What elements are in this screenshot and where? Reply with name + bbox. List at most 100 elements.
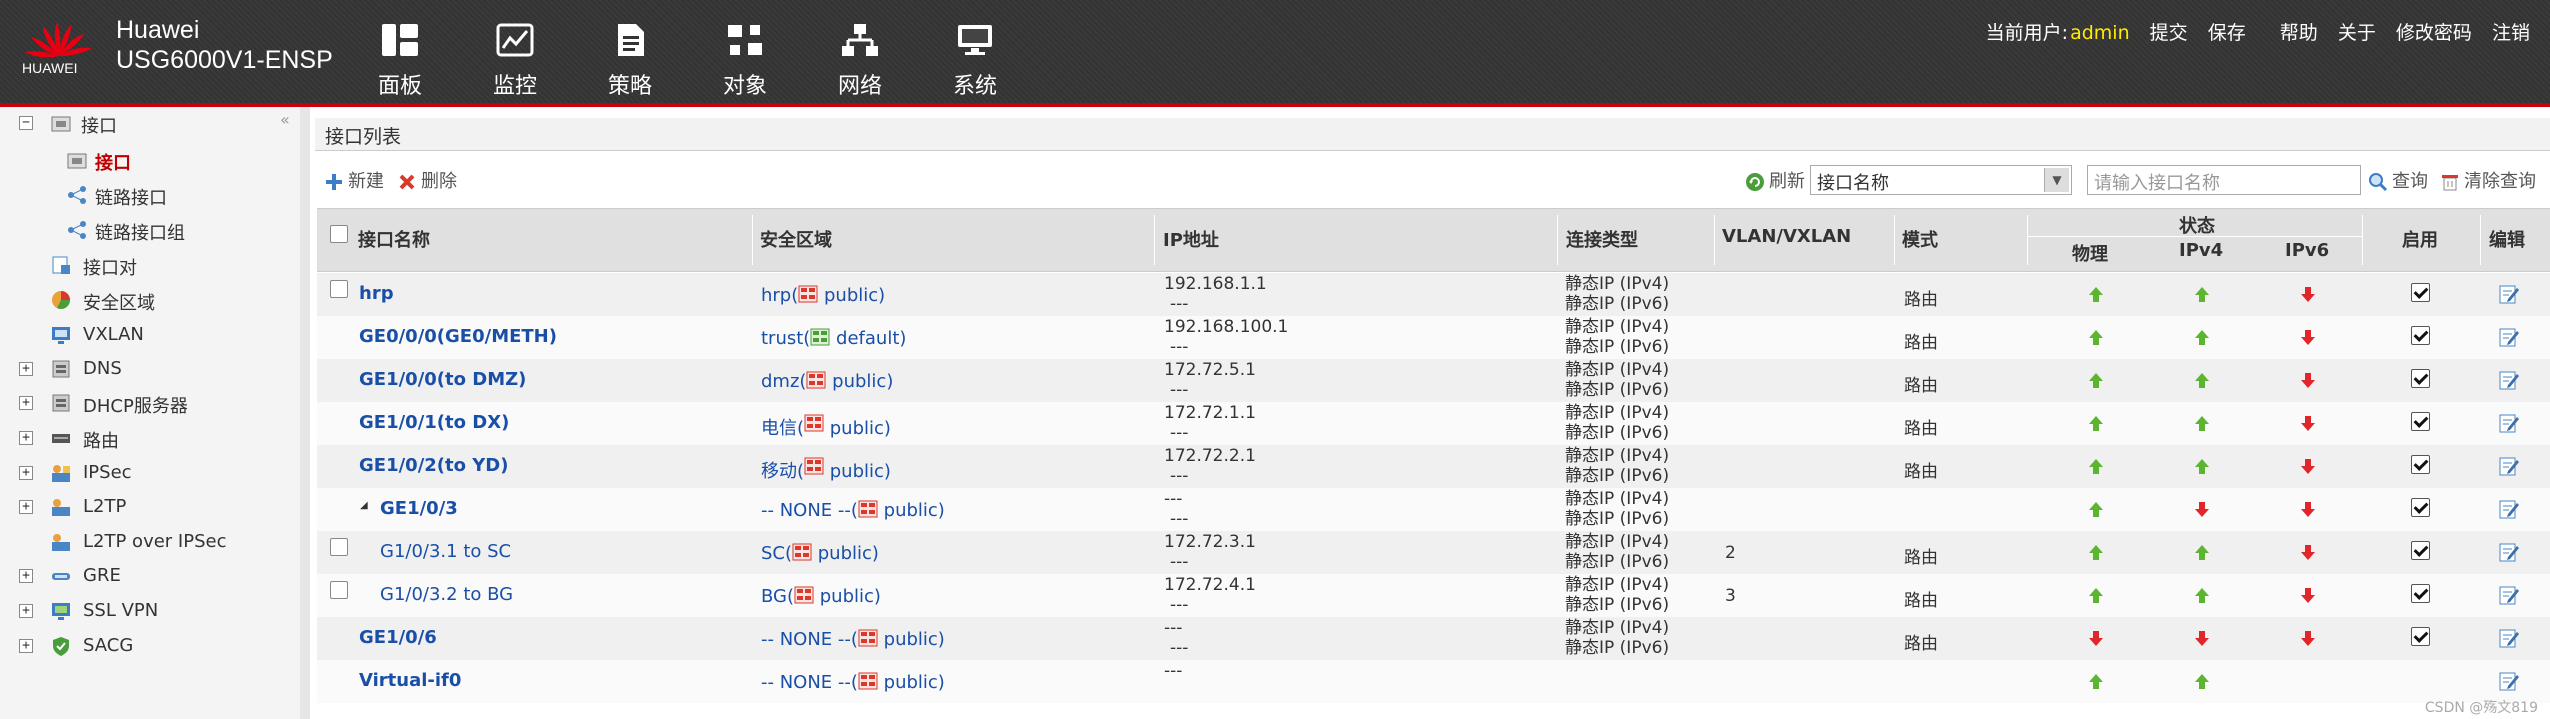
col-name[interactable]: 接口名称 <box>358 226 430 252</box>
tree-expand-icon[interactable]: + <box>19 362 33 376</box>
search-input[interactable]: 请输入接口名称 <box>2087 165 2361 195</box>
interface-name-link[interactable]: Virtual-if0 <box>359 670 461 691</box>
collapse-sidebar-icon[interactable]: « <box>280 110 290 129</box>
table-row[interactable]: G1/0/3.2 to BG BG( public) 172.72.4.1 --- 静态… <box>317 574 2550 617</box>
row-checkbox[interactable] <box>330 280 348 298</box>
table-row[interactable]: GE1/0/0(to DMZ) dmz( public) 172.72.5.1 ---… <box>317 359 2550 402</box>
edit-icon[interactable] <box>2498 498 2520 520</box>
tree-expand-icon[interactable]: + <box>19 604 33 618</box>
tree-expand-icon[interactable]: + <box>19 466 33 480</box>
edit-icon[interactable] <box>2498 627 2520 649</box>
table-row[interactable]: GE0/0/0(GE0/METH) trust( default) 192.168.… <box>317 316 2550 359</box>
logout-link[interactable]: 注销 <box>2492 22 2530 44</box>
tree-expand-icon[interactable]: + <box>19 569 33 583</box>
enable-checkbox[interactable] <box>2411 498 2430 517</box>
security-zone-link[interactable]: -- NONE --( public) <box>761 500 945 521</box>
security-zone-link[interactable]: SC( public) <box>761 543 879 564</box>
sidebar-item-l2tp-over-ipsec[interactable]: L2TP over IPSec <box>83 531 226 552</box>
chevron-down-icon[interactable]: ▼ <box>2044 168 2069 192</box>
table-row[interactable]: ◢ GE1/0/3 -- NONE --( public) --- --- 静态IP (I… <box>317 488 2550 531</box>
security-zone-link[interactable]: trust( default) <box>761 328 906 349</box>
query-button[interactable]: 查询 <box>2368 167 2428 193</box>
col-mode[interactable]: 模式 <box>1902 226 1938 252</box>
table-row[interactable]: Virtual-if0 -- NONE --( public) --- <box>317 660 2550 703</box>
interface-name-link[interactable]: GE1/0/6 <box>359 627 437 648</box>
tree-expand-icon[interactable]: + <box>19 431 33 445</box>
col-zone[interactable]: 安全区域 <box>760 226 832 252</box>
security-zone-link[interactable]: 移动( public) <box>761 457 891 483</box>
edit-icon[interactable] <box>2498 455 2520 477</box>
sidebar-splitter[interactable] <box>300 107 310 719</box>
row-checkbox[interactable] <box>330 581 348 599</box>
sidebar-item-ipsec[interactable]: IPSec <box>83 462 132 483</box>
about-link[interactable]: 关于 <box>2338 22 2376 44</box>
delete-button[interactable]: 删除 <box>397 167 457 193</box>
enable-checkbox[interactable] <box>2411 369 2430 388</box>
edit-icon[interactable] <box>2498 584 2520 606</box>
edit-icon[interactable] <box>2498 670 2520 692</box>
edit-icon[interactable] <box>2498 326 2520 348</box>
interface-name-link[interactable]: GE1/0/1(to DX) <box>359 412 509 433</box>
tree-collapse-icon[interactable]: − <box>19 116 33 130</box>
security-zone-link[interactable]: hrp( public) <box>761 285 885 306</box>
sidebar-item-link-interface[interactable]: 链路接口 <box>95 184 167 210</box>
enable-checkbox[interactable] <box>2411 627 2430 646</box>
col-ip[interactable]: IP地址 <box>1163 226 1219 252</box>
interface-name-link[interactable]: GE1/0/0(to DMZ) <box>359 369 526 390</box>
help-link[interactable]: 帮助 <box>2280 22 2318 44</box>
enable-checkbox[interactable] <box>2411 326 2430 345</box>
nav-object[interactable]: 对象 <box>705 22 785 99</box>
sidebar-item-interface[interactable]: 接口 <box>95 149 131 175</box>
table-row[interactable]: G1/0/3.1 to SC SC( public) 172.72.3.1 --- 静态… <box>317 531 2550 574</box>
tree-expand-icon[interactable]: + <box>19 396 33 410</box>
security-zone-link[interactable]: dmz( public) <box>761 371 893 392</box>
col-conn-type[interactable]: 连接类型 <box>1566 226 1638 252</box>
sidebar-item-route[interactable]: 路由 <box>83 427 119 453</box>
sidebar-item-security-zone[interactable]: 安全区域 <box>83 289 155 315</box>
sidebar-item-ssl-vpn[interactable]: SSL VPN <box>83 600 158 621</box>
edit-icon[interactable] <box>2498 283 2520 305</box>
enable-checkbox[interactable] <box>2411 412 2430 431</box>
sidebar-item-vxlan[interactable]: VXLAN <box>83 324 144 345</box>
security-zone-link[interactable]: BG( public) <box>761 586 881 607</box>
nav-monitor[interactable]: 监控 <box>475 22 555 99</box>
enable-checkbox[interactable] <box>2411 455 2430 474</box>
clear-query-button[interactable]: 清除查询 <box>2440 167 2536 193</box>
tree-expand-icon[interactable]: + <box>19 500 33 514</box>
tree-expand-icon[interactable]: + <box>19 639 33 653</box>
enable-checkbox[interactable] <box>2411 541 2430 560</box>
security-zone-link[interactable]: 电信( public) <box>761 414 891 440</box>
table-row[interactable]: hrp hrp( public) 192.168.1.1 --- 静态IP (IPv4)… <box>317 273 2550 316</box>
edit-icon[interactable] <box>2498 541 2520 563</box>
nav-system[interactable]: 系统 <box>935 22 1015 99</box>
interface-name-link[interactable]: hrp <box>359 283 394 304</box>
col-vlan[interactable]: VLAN/VXLAN <box>1722 226 1851 247</box>
security-zone-link[interactable]: -- NONE --( public) <box>761 629 945 650</box>
interface-name-link[interactable]: GE0/0/0(GE0/METH) <box>359 326 557 347</box>
edit-icon[interactable] <box>2498 412 2520 434</box>
sidebar-item-dhcp-server[interactable]: DHCP服务器 <box>83 392 188 418</box>
sidebar-item-interface-pair[interactable]: 接口对 <box>83 254 137 280</box>
sidebar-item-dns[interactable]: DNS <box>83 358 122 379</box>
filter-field-select[interactable]: 接口名称 ▼ <box>1810 165 2072 195</box>
interface-name-link[interactable]: GE1/0/2(to YD) <box>359 455 508 476</box>
interface-name-link[interactable]: G1/0/3.1 to SC <box>380 541 511 562</box>
sidebar-item-l2tp[interactable]: L2TP <box>83 496 126 517</box>
security-zone-link[interactable]: -- NONE --( public) <box>761 672 945 693</box>
enable-checkbox[interactable] <box>2411 584 2430 603</box>
row-checkbox[interactable] <box>330 538 348 556</box>
submit-link[interactable]: 提交 <box>2150 22 2188 44</box>
tree-expand-arrow-icon[interactable]: ◢ <box>360 500 368 511</box>
change-password-link[interactable]: 修改密码 <box>2396 22 2472 44</box>
new-button[interactable]: 新建 <box>324 167 384 193</box>
sidebar-item-link-interface-group[interactable]: 链路接口组 <box>95 219 185 245</box>
sidebar-item-interface-group[interactable]: 接口 <box>81 112 117 138</box>
sidebar-item-gre[interactable]: GRE <box>83 565 121 586</box>
sidebar-item-sacg[interactable]: SACG <box>83 635 133 656</box>
table-row[interactable]: GE1/0/2(to YD) 移动( public) 172.72.2.1 --- 静态… <box>317 445 2550 488</box>
table-row[interactable]: GE1/0/1(to DX) 电信( public) 172.72.1.1 --- 静态… <box>317 402 2550 445</box>
nav-dashboard[interactable]: 面板 <box>360 22 440 99</box>
save-link[interactable]: 保存 <box>2208 22 2246 44</box>
enable-checkbox[interactable] <box>2411 283 2430 302</box>
nav-network[interactable]: 网络 <box>820 22 900 99</box>
